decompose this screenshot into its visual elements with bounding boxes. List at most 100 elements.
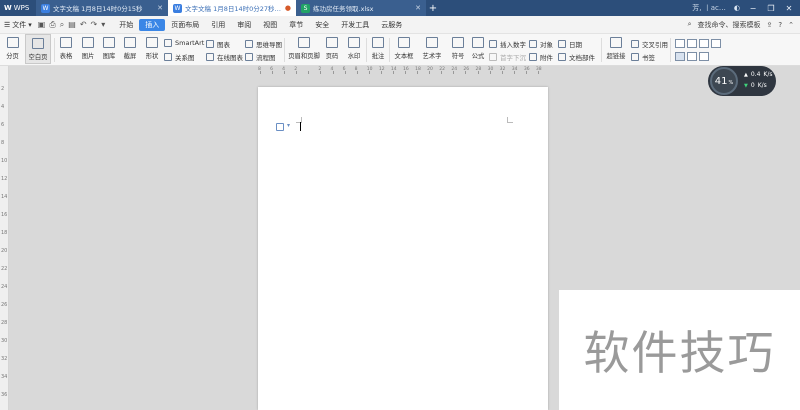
user-account[interactable]: 芳, 丨ac… bbox=[692, 3, 726, 13]
chevron-up-icon[interactable]: ⌃ bbox=[788, 21, 794, 29]
vertical-ruler: 2 4 6 8 10 12 14 16 18 20 22 24 26 28 30 32 34 36 bbox=[0, 66, 9, 410]
help-icon[interactable]: ? bbox=[778, 21, 782, 29]
bookmark-button[interactable]: 书签 bbox=[631, 52, 655, 62]
mind-map-button[interactable]: 思维导图 bbox=[245, 39, 282, 49]
menu-page-layout[interactable]: 页面布局 bbox=[165, 19, 205, 31]
upload-rate: ▲ 0.4 K/s bbox=[744, 71, 773, 78]
header-footer-button[interactable]: 页眉和页脚 bbox=[287, 34, 321, 60]
textbox-label: 文本框 bbox=[394, 53, 414, 60]
close-window-icon[interactable]: ✕ bbox=[784, 4, 794, 13]
textbox-button[interactable]: 文本框 bbox=[392, 34, 416, 60]
screenshot-button[interactable]: 截屏 bbox=[120, 34, 140, 60]
symbol-button[interactable]: 符号 bbox=[448, 34, 468, 60]
save-icon[interactable]: ▣ bbox=[38, 20, 46, 30]
gallery-button[interactable]: 图库 bbox=[99, 34, 119, 60]
ruler-label: 8 bbox=[354, 67, 358, 72]
ruler-label: 2 bbox=[1, 86, 5, 92]
insert-number-label: 插入数字 bbox=[500, 41, 526, 49]
insert-number-button[interactable]: 插入数字 bbox=[489, 39, 526, 49]
flowchart-button[interactable]: 流程图 bbox=[245, 52, 276, 62]
hyperlink-button[interactable]: 超链接 bbox=[604, 34, 628, 60]
new-tab-button[interactable]: + bbox=[426, 0, 440, 16]
skin-icon[interactable]: ◐ bbox=[734, 4, 740, 12]
network-speed-widget[interactable]: 41% ▲ 0.4 K/s ▼ 0 K/s bbox=[708, 66, 776, 96]
symbol-label: 符号 bbox=[451, 53, 465, 60]
wordart-label: 艺术字 bbox=[422, 53, 442, 60]
menu-cloud[interactable]: 云服务 bbox=[375, 19, 408, 31]
comment-button[interactable]: 批注 bbox=[369, 34, 387, 60]
wps-logo-icon: W bbox=[4, 4, 12, 12]
document-page[interactable]: ▾ bbox=[258, 87, 548, 410]
ruler-label: 6 bbox=[1, 122, 5, 128]
layout-view-icon[interactable] bbox=[675, 52, 685, 61]
relation-chart-button[interactable]: 关系图 bbox=[164, 52, 195, 62]
close-icon[interactable]: ✕ bbox=[415, 4, 421, 12]
page-number-label: 页码 bbox=[325, 53, 339, 60]
menu-review[interactable]: 审阅 bbox=[231, 19, 257, 31]
chevron-down-icon[interactable]: ▾ bbox=[101, 20, 105, 30]
object-button[interactable]: 对象 bbox=[529, 39, 553, 49]
table-label: 表格 bbox=[59, 53, 73, 60]
draft-view-icon[interactable] bbox=[687, 52, 697, 61]
horizontal-ruler: 8 6 4 2 2 4 6 8 10 12 14 16 18 20 22 24 26 28 30 32 34 36 38 bbox=[258, 67, 548, 75]
print-preview-icon[interactable]: ⌕ bbox=[60, 20, 64, 30]
export-pdf-icon[interactable]: ▤ bbox=[68, 20, 76, 30]
shapes-icon bbox=[146, 37, 158, 48]
document-tab-1[interactable]: W 文字文稿 1月8日14时0分15秒 ✕ bbox=[36, 0, 168, 16]
page-break-button[interactable]: 分页 bbox=[3, 34, 22, 64]
undo-icon[interactable]: ↶ bbox=[80, 20, 87, 30]
cross-reference-button[interactable]: 交叉引用 bbox=[631, 39, 668, 49]
online-chart-button[interactable]: 在线图表 bbox=[206, 52, 243, 62]
ruler-label: 6 bbox=[270, 67, 273, 72]
watermark-button[interactable]: 水印 bbox=[344, 34, 364, 60]
title-bar: W WPS W 文字文稿 1月8日14时0分15秒 ✕ W 文字文稿 1月8日1… bbox=[0, 0, 800, 16]
picture-button[interactable]: 图片 bbox=[78, 34, 98, 60]
doc-parts-button[interactable]: 文档部件 bbox=[558, 52, 595, 62]
calendar-icon bbox=[558, 40, 566, 48]
ruler-label: 26 bbox=[463, 67, 470, 72]
wordart-button[interactable]: 艺术字 bbox=[420, 34, 444, 60]
document-tab-3[interactable]: S 练功房任务领取.xlsx ✕ bbox=[296, 0, 426, 16]
paste-options-icon[interactable] bbox=[276, 123, 284, 131]
blank-page-button[interactable]: 空白页 bbox=[25, 34, 51, 64]
command-search[interactable]: ⌕ 查找命令、搜索模板 ⇪ ? ⌃ bbox=[688, 20, 800, 30]
date-button[interactable]: 日期 bbox=[558, 39, 582, 49]
restore-icon[interactable]: ❐ bbox=[766, 4, 776, 13]
menu-view[interactable]: 视图 bbox=[257, 19, 283, 31]
blank-page-label: 空白页 bbox=[28, 54, 48, 61]
menu-insert[interactable]: 插入 bbox=[139, 18, 166, 31]
share-icon[interactable]: ⇪ bbox=[767, 21, 773, 29]
minimize-icon[interactable]: − bbox=[748, 4, 758, 13]
wps-home-tab[interactable]: W WPS bbox=[0, 0, 36, 16]
chart-button[interactable]: 图表 bbox=[206, 39, 230, 49]
close-icon[interactable]: ● bbox=[285, 4, 291, 12]
doc-parts-icon bbox=[558, 53, 566, 61]
drop-cap-button[interactable]: 首字下沉 bbox=[489, 52, 526, 62]
file-menu-label: 文件 bbox=[12, 20, 27, 29]
smartart-button[interactable]: SmartArt bbox=[164, 39, 204, 47]
redo-icon[interactable]: ↷ bbox=[91, 20, 98, 30]
chevron-down-icon[interactable]: ▾ bbox=[287, 122, 290, 129]
smartart-label: SmartArt bbox=[175, 39, 205, 47]
menu-chapter[interactable]: 章节 bbox=[283, 19, 309, 31]
page-number-icon bbox=[326, 37, 338, 48]
outline-view-icon[interactable] bbox=[699, 39, 709, 48]
menu-references[interactable]: 引用 bbox=[205, 19, 231, 31]
focus-view-icon[interactable] bbox=[699, 52, 709, 61]
table-button[interactable]: 表格 bbox=[56, 34, 76, 60]
page-number-button[interactable]: 页码 bbox=[322, 34, 342, 60]
formula-button[interactable]: 公式 bbox=[469, 34, 487, 60]
close-icon[interactable]: ✕ bbox=[157, 4, 163, 12]
menu-home[interactable]: 开始 bbox=[113, 19, 139, 31]
file-menu[interactable]: ☰ 文件 ▾ bbox=[0, 20, 38, 30]
reading-view-icon[interactable] bbox=[687, 39, 697, 48]
web-view-icon[interactable] bbox=[711, 39, 721, 48]
document-tab-2-active[interactable]: W 文字文稿 1月8日14时0分27秒.docx ● bbox=[168, 0, 296, 16]
menu-developer[interactable]: 开发工具 bbox=[335, 19, 375, 31]
attachment-button[interactable]: 附件 bbox=[529, 52, 553, 62]
menu-security[interactable]: 安全 bbox=[309, 19, 335, 31]
page-view-icon[interactable] bbox=[675, 39, 685, 48]
shapes-button[interactable]: 形状 bbox=[142, 34, 162, 60]
chevron-down-icon: ▾ bbox=[28, 20, 32, 29]
print-icon[interactable]: ⎙ bbox=[49, 20, 55, 30]
